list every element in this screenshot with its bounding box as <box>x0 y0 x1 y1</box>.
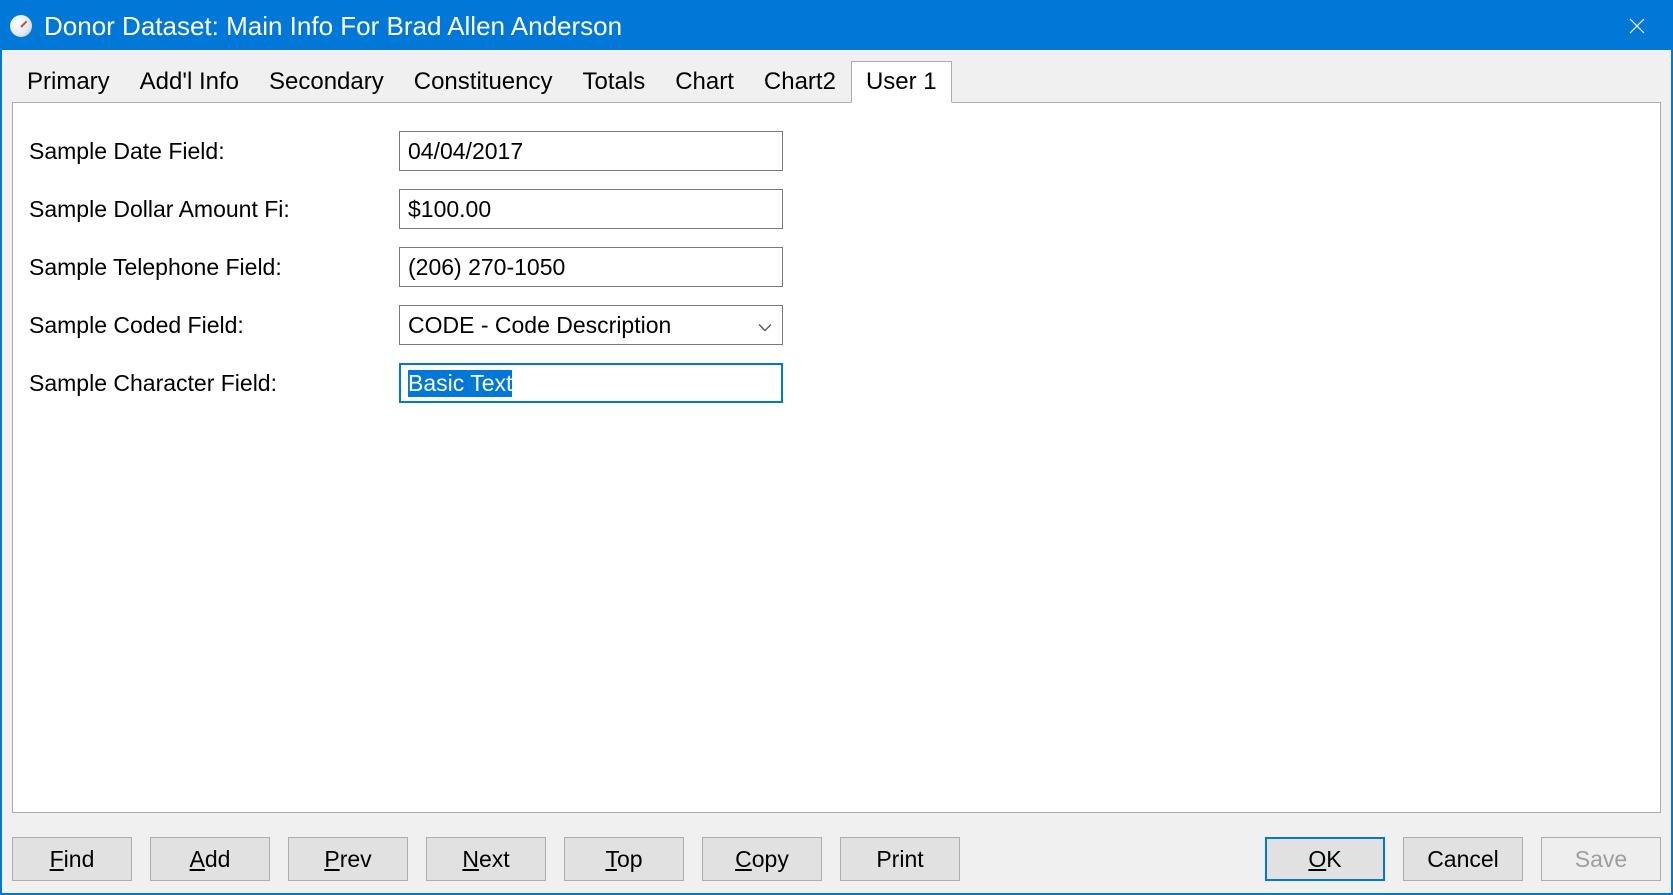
select-value: CODE - Code Description <box>408 312 671 339</box>
select-sample-coded[interactable]: CODE - Code Description <box>399 305 783 345</box>
save-button[interactable]: Save <box>1541 837 1661 881</box>
btn-label: Cancel <box>1427 846 1499 872</box>
row-sample-coded: Sample Coded Field: CODE - Code Descript… <box>29 305 1644 345</box>
tab-chart[interactable]: Chart <box>660 61 749 102</box>
tab-constituency[interactable]: Constituency <box>399 61 568 102</box>
tab-label: Chart2 <box>764 68 836 95</box>
tab-label: Constituency <box>414 68 553 95</box>
client-area: Primary Add'l Info Secondary Constituenc… <box>2 50 1671 823</box>
tab-totals[interactable]: Totals <box>568 61 661 102</box>
selected-text: Basic Text <box>408 370 512 397</box>
label-sample-telephone: Sample Telephone Field: <box>29 254 399 281</box>
label-sample-character: Sample Character Field: <box>29 370 399 397</box>
btn-label-rest: rev <box>340 846 372 872</box>
row-sample-telephone: Sample Telephone Field: <box>29 247 1644 287</box>
tab-label: Totals <box>583 68 646 95</box>
tab-label: Add'l Info <box>140 68 239 95</box>
main-window: Donor Dataset: Main Info For Brad Allen … <box>0 0 1673 895</box>
top-button[interactable]: Top <box>564 837 684 881</box>
btn-label-rest: K <box>1326 846 1341 872</box>
add-button[interactable]: Add <box>150 837 270 881</box>
row-sample-date: Sample Date Field: <box>29 131 1644 171</box>
input-sample-character[interactable]: Basic Text <box>399 363 783 403</box>
label-sample-coded: Sample Coded Field: <box>29 312 399 339</box>
footer-right-group: OK Cancel Save <box>1265 837 1661 881</box>
chevron-down-icon <box>758 312 772 339</box>
input-sample-date[interactable] <box>399 131 783 171</box>
tab-addl-info[interactable]: Add'l Info <box>125 61 254 102</box>
btn-label-rest: ind <box>64 846 95 872</box>
copy-button[interactable]: Copy <box>702 837 822 881</box>
btn-label-rest: op <box>617 846 643 872</box>
print-button[interactable]: Print <box>840 837 960 881</box>
input-sample-telephone[interactable] <box>399 247 783 287</box>
tab-user-1[interactable]: User 1 <box>851 61 952 103</box>
tab-label: User 1 <box>866 68 937 95</box>
close-icon <box>1629 18 1645 34</box>
find-button[interactable]: Find <box>12 837 132 881</box>
btn-label-rest: opy <box>752 846 789 872</box>
input-sample-dollar[interactable] <box>399 189 783 229</box>
next-button[interactable]: Next <box>426 837 546 881</box>
close-button[interactable] <box>1611 2 1663 50</box>
tab-strip: Primary Add'l Info Secondary Constituenc… <box>12 60 1661 102</box>
label-sample-date: Sample Date Field: <box>29 138 399 165</box>
tab-primary[interactable]: Primary <box>12 61 125 102</box>
tab-page-user-1: Sample Date Field: Sample Dollar Amount … <box>12 102 1661 813</box>
btn-label-rest: dd <box>205 846 231 872</box>
row-sample-dollar: Sample Dollar Amount Fi: <box>29 189 1644 229</box>
window-title: Donor Dataset: Main Info For Brad Allen … <box>44 11 1611 42</box>
tab-chart2[interactable]: Chart2 <box>749 61 851 102</box>
btn-label: Print <box>876 846 923 872</box>
tab-label: Chart <box>675 68 734 95</box>
row-sample-character: Sample Character Field: Basic Text <box>29 363 1644 403</box>
ok-button[interactable]: OK <box>1265 837 1385 881</box>
footer: Find Add Prev Next Top Copy Print OK Can… <box>2 823 1671 893</box>
btn-label: Save <box>1575 846 1627 872</box>
tab-label: Secondary <box>269 68 384 95</box>
tab-secondary[interactable]: Secondary <box>254 61 399 102</box>
tab-label: Primary <box>27 68 110 95</box>
btn-label-rest: ext <box>479 846 510 872</box>
label-sample-dollar: Sample Dollar Amount Fi: <box>29 196 399 223</box>
cancel-button[interactable]: Cancel <box>1403 837 1523 881</box>
footer-left-group: Find Add Prev Next Top Copy Print <box>12 837 960 881</box>
app-icon <box>10 15 32 37</box>
prev-button[interactable]: Prev <box>288 837 408 881</box>
titlebar: Donor Dataset: Main Info For Brad Allen … <box>2 2 1671 50</box>
